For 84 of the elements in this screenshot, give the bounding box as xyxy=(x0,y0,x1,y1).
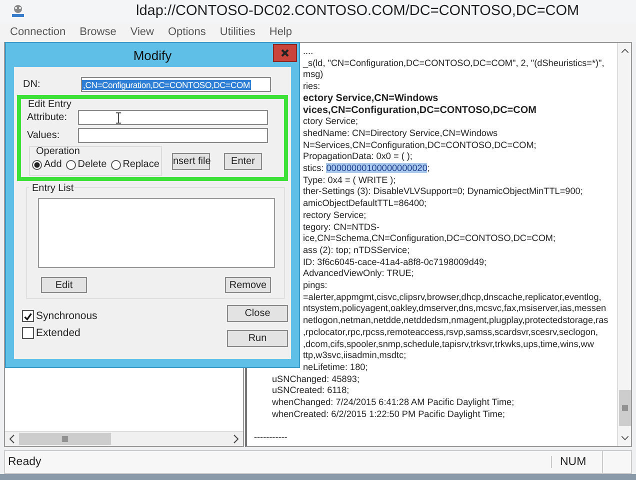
entry-listbox[interactable] xyxy=(38,198,275,268)
output-line: ectory Service,CN=Windows xyxy=(303,92,438,104)
menu-item[interactable]: View xyxy=(130,26,154,38)
checkbox-label: Extended xyxy=(36,327,80,339)
num-lock-indicator: NUM xyxy=(551,456,602,468)
text-cursor-icon xyxy=(115,112,122,124)
close-button[interactable]: Close xyxy=(227,305,288,322)
output-line: rectory Service; xyxy=(303,210,366,220)
app-icon xyxy=(10,3,26,19)
menu-item[interactable]: Help xyxy=(269,26,292,38)
output-line: tegory: CN=NTDS- xyxy=(303,222,380,232)
field-label: Values: xyxy=(26,130,61,141)
dialog-title: Modify xyxy=(133,48,172,62)
output-line: ther-Settings (3): DisableVLVSupport=0; DynamicObjectMinTTL=900; xyxy=(303,186,583,196)
radio-label: Add xyxy=(44,159,62,170)
output-line: whenCreated: 6/2/2015 1:22:50 PM Pacific Daylight Time; xyxy=(272,408,506,419)
output-line: AdvancedViewOnly: TRUE; xyxy=(303,268,414,278)
scroll-down-icon xyxy=(620,434,630,442)
status-text: Ready xyxy=(7,456,42,468)
output-line: ries: xyxy=(303,81,320,92)
attribute-field[interactable] xyxy=(78,110,268,125)
window-title: ldap://CONTOSO-DC02.CONTOSO.COM/DC=CONTOSO,DC=COM xyxy=(136,3,580,19)
values-field[interactable] xyxy=(78,128,268,143)
enter-button[interactable]: Enter xyxy=(224,152,262,170)
output-line: amicObjectDefaultTTL=86400; xyxy=(303,198,427,208)
output-line: ctory Service; xyxy=(303,116,358,126)
group-label: Operation xyxy=(35,147,81,157)
output-line: whenChanged: 7/24/2015 6:41:28 AM Pacific Daylight Time; xyxy=(272,397,514,408)
horizontal-scrollbar[interactable] xyxy=(5,431,243,446)
output-line: pings: xyxy=(303,280,328,290)
output-line: ,dcom,cifs,spooler,snmp,schedule,tapisrv,trksvr,trkwks,ups,time,wins,ww xyxy=(303,338,594,349)
menu-item[interactable]: Browse xyxy=(80,26,116,38)
output-line: netlogon,netman,netdde,netddedsm,nmagent,plugplay,protectedstorage,ras xyxy=(303,315,608,326)
output-line: stics: 00000000100000000020; xyxy=(303,163,430,174)
group-label: Entry List xyxy=(29,184,74,194)
output-line: vices,CN=Configuration,DC=CONTOSO,DC=COM xyxy=(303,104,536,116)
scroll-right-icon xyxy=(232,433,240,445)
output-line: ass (2): top; nTDSService; xyxy=(303,244,410,255)
radio-button[interactable] xyxy=(66,160,76,170)
vertical-scrollbar[interactable] xyxy=(617,43,631,446)
grip-icon xyxy=(62,435,68,443)
field-label: Attribute: xyxy=(26,112,68,123)
output-line: uSNCreated: 6118; xyxy=(272,385,350,396)
close-icon xyxy=(280,48,290,58)
menu-item[interactable]: Connection xyxy=(10,26,66,38)
output-line: shedName: CN=Directory Service,CN=Windows xyxy=(303,128,498,138)
edit-button[interactable]: Edit xyxy=(41,277,87,293)
output-line: .... xyxy=(303,46,314,56)
output-line: ID: 3f6c6045-cace-41a4-a8f8-0c7198009d49; xyxy=(303,256,487,267)
group-label: Edit Entry xyxy=(27,100,72,110)
field-label: DN: xyxy=(22,79,42,90)
scroll-left-icon xyxy=(8,433,16,445)
output-line: ice,CN=Schema,CN=Configuration,DC=CONTOSO,DC=COM; xyxy=(303,233,556,244)
output-line: neLifetime: 180; xyxy=(303,362,368,372)
radio-button[interactable] xyxy=(110,160,121,170)
checkbox[interactable] xyxy=(22,310,34,322)
menu-item[interactable]: Utilities xyxy=(220,26,256,38)
grip-icon xyxy=(620,405,628,411)
remove-button[interactable]: Remove xyxy=(225,277,271,293)
output-line: PropagationData: 0x0 = ( ); xyxy=(303,151,412,162)
insert-file-button[interactable]: nsert file xyxy=(172,152,210,170)
scroll-up-icon xyxy=(620,47,630,55)
output-line: msg) xyxy=(303,69,324,80)
close-button[interactable] xyxy=(273,44,297,62)
radio-label: Replace xyxy=(122,159,160,170)
output-line: uSNChanged: 45893; xyxy=(272,374,360,384)
radio-button[interactable] xyxy=(32,160,42,170)
output-line: ----------- xyxy=(254,432,288,442)
checkbox[interactable] xyxy=(22,327,34,339)
scroll-thumb[interactable] xyxy=(19,433,111,445)
check-icon xyxy=(23,312,33,320)
checkbox-label: Synchronous xyxy=(36,310,98,322)
radio-label: Delete xyxy=(78,159,107,170)
output-line: ntsystem,policyagent,oakley,dmserver,dns,mcsvc,fax,msiserver,ias,messen xyxy=(303,303,606,314)
run-button[interactable]: Run xyxy=(227,330,288,347)
menu-item[interactable]: Options xyxy=(168,26,206,38)
output-line: N=Services,CN=Configuration,DC=CONTOSO,DC=COM; xyxy=(303,140,536,150)
output-line: ttp,w3svc,iisadmin,msdtc; xyxy=(303,350,406,360)
output-line: _s(ld, "CN=Configuration,DC=CONTOSO,DC=COM", 2, "(dSheuristics=*)", xyxy=(303,58,604,68)
output-line: =alerter,appmgmt,cisvc,clipsrv,browser,dhcp,dnscache,replicator,eventlog, xyxy=(303,292,602,302)
scroll-thumb[interactable] xyxy=(618,390,630,426)
dn-field[interactable]: ,CN=Configuration,DC=CONTOSO,DC=COM xyxy=(81,77,271,92)
output-line: ,rpclocator,rpc,rpcss,remoteaccess,rsvp,samss,scardsvr,scesrv,seclogon, xyxy=(303,326,598,337)
output-line: Type: 0x4 = ( WRITE ); xyxy=(303,174,396,185)
